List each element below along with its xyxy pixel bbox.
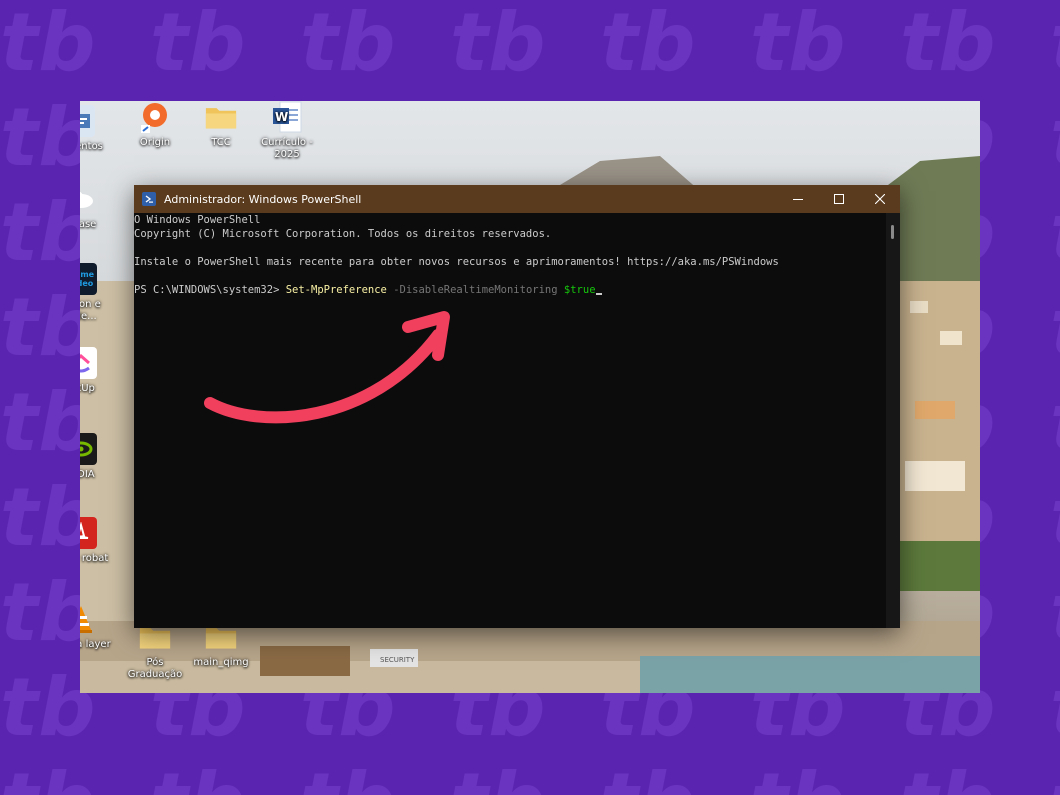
desktop-icon-pos-graduacao[interactable]: Pós Graduação xyxy=(118,621,192,681)
command-line[interactable]: PS C:\WINDOWS\system32> Set-MpPreference… xyxy=(134,283,886,297)
annotation-arrow xyxy=(204,311,450,424)
powershell-icon xyxy=(142,192,156,206)
origin-icon xyxy=(139,101,171,133)
value-text: $true xyxy=(563,284,596,296)
svg-text:W: W xyxy=(275,110,288,124)
desktop-icon-vlc[interactable]: media layer xyxy=(80,603,118,651)
prime-video-logo-text: prime video xyxy=(80,270,95,288)
documents-icon xyxy=(80,105,95,137)
maximize-button[interactable] xyxy=(818,185,859,213)
minimize-button[interactable] xyxy=(777,185,818,213)
desktop-icon-tcc[interactable]: TCC xyxy=(184,101,258,149)
window-title: Administrador: Windows PowerShell xyxy=(164,192,362,206)
vertical-scrollbar[interactable] xyxy=(886,213,900,628)
cloud-app-icon xyxy=(80,183,97,215)
console-line: Instale o PowerShell mais recente para o… xyxy=(134,256,779,268)
desktop-icon-main-qimg[interactable]: main_qimg xyxy=(184,621,258,669)
clickup-icon xyxy=(80,347,97,379)
nvidia-icon xyxy=(80,433,97,465)
minimize-icon xyxy=(792,199,803,200)
prompt-text: PS C:\WINDOWS\system32> xyxy=(134,284,286,296)
desktop-icon-origin[interactable]: Origin xyxy=(118,101,192,149)
scroll-thumb[interactable] xyxy=(891,225,894,239)
desktop-icon-prime-video[interactable]: prime video nazon e Vide... xyxy=(80,263,118,323)
text-cursor xyxy=(595,293,602,295)
console-line: O Windows PowerShell xyxy=(134,214,261,226)
desktop-icon-nbase[interactable]: nBase xyxy=(80,183,118,231)
close-button[interactable] xyxy=(859,185,900,213)
vlc-icon xyxy=(80,603,97,635)
console-line: Copyright (C) Microsoft Corporation. Tod… xyxy=(134,228,552,240)
desktop-icon-curriculo[interactable]: W Currículo - 2025 xyxy=(250,101,324,161)
svg-text:SECURITY: SECURITY xyxy=(380,656,415,664)
prime-video-icon: prime video xyxy=(80,263,97,295)
close-icon xyxy=(874,194,885,204)
parameter-text: -DisableRealtimeMonitoring xyxy=(393,284,558,296)
desktop-icon-clickup[interactable]: ickUp xyxy=(80,347,118,395)
word-document-icon: W xyxy=(271,101,303,133)
window-titlebar[interactable]: Administrador: Windows PowerShell xyxy=(134,185,900,213)
folder-icon xyxy=(205,101,237,133)
acrobat-icon xyxy=(80,517,97,549)
maximize-icon xyxy=(833,194,844,204)
desktop-icon-acrobat[interactable]: dobe robat xyxy=(80,517,118,565)
desktop-icon-documentos[interactable]: umentos xyxy=(80,105,118,153)
cmdlet-text: Set-MpPreference xyxy=(285,284,387,296)
desktop-icon-nvidia[interactable]: VIDIA xyxy=(80,433,118,481)
